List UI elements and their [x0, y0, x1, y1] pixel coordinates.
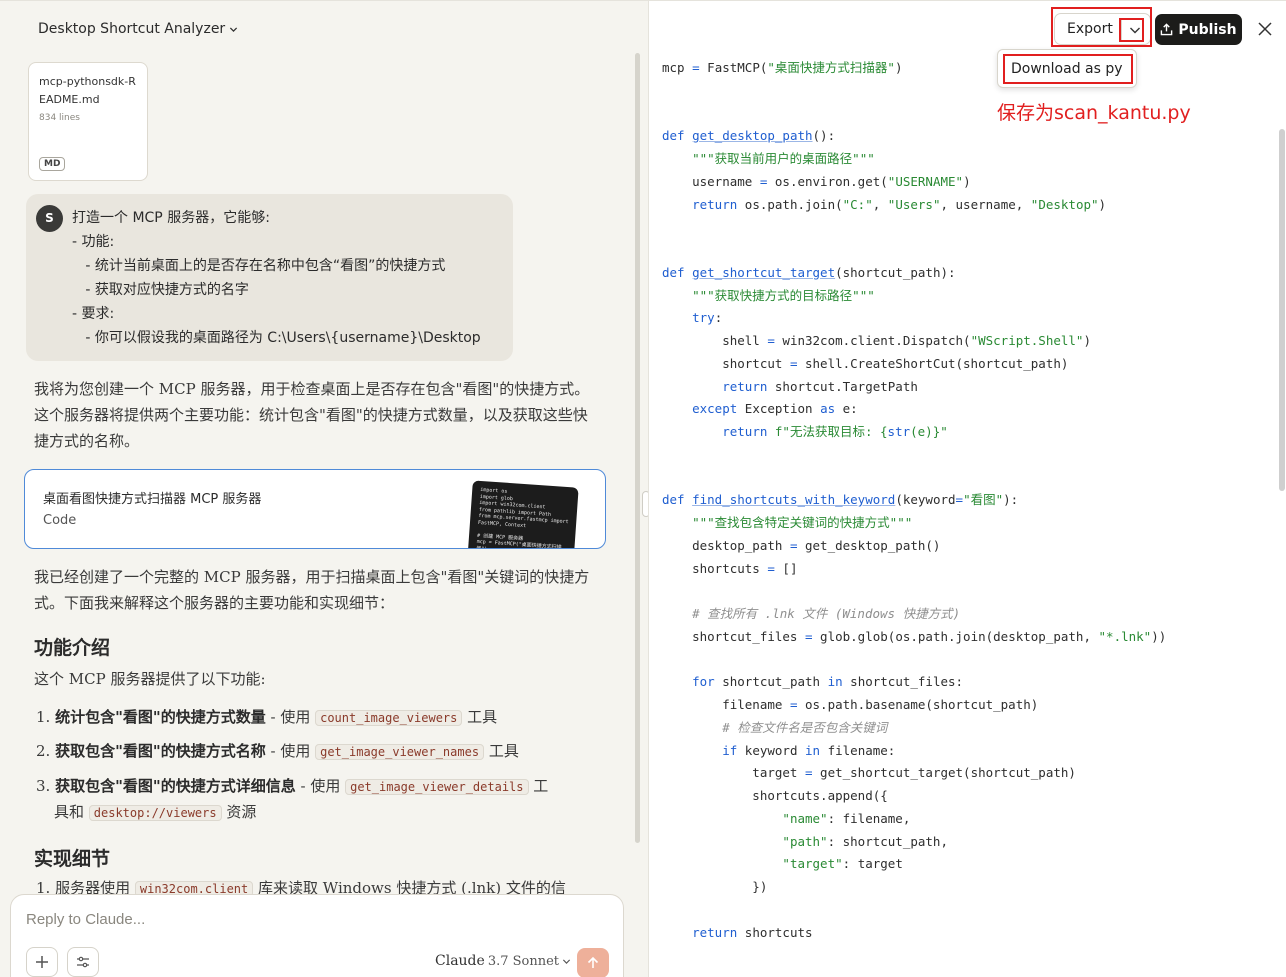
conversation-title-label: Desktop Shortcut Analyzer [38, 21, 226, 37]
code-line: shortcuts.append({ [662, 788, 888, 803]
code-line: mcp = FastMCP("桌面快捷方式扫描器") [662, 60, 903, 75]
code-line: if keyword in filename: [722, 742, 896, 758]
heading-implementation: 实现细节 [34, 848, 111, 870]
code-line: shortcut_files = glob.glob(os.path.join(… [662, 628, 1167, 644]
plus-icon [36, 956, 48, 968]
chevron-down-icon [562, 958, 571, 964]
artifact-card[interactable]: 桌面看图快捷方式扫描器 MCP 服务器 Code import os impor… [24, 469, 606, 549]
code-viewer: mcp = FastMCP("桌面快捷方式扫描器") def get_deskt… [662, 57, 1166, 944]
file-name: mcp-pythonsdk-README.md [39, 75, 136, 106]
publish-button[interactable]: Publish [1155, 14, 1242, 45]
message-composer: Claude 3.7 Sonnet [10, 894, 624, 977]
inline-code: count_image_viewers [315, 710, 463, 726]
assistant-intro-text: 我将为您创建一个 MCP 服务器，用于检查桌面上是否存在包含"看图"的快捷方式。… [34, 380, 590, 450]
code-line: """获取快捷方式的目标路径""" [692, 287, 875, 303]
chevron-down-icon [230, 26, 238, 32]
code-line: return f"无法获取目标: {str(e)}" [722, 424, 948, 439]
user-message: S 打造一个 MCP 服务器，它能够: - 功能: - 统计当前桌面上的是否存在… [26, 194, 513, 361]
tools-button[interactable] [67, 947, 99, 977]
chat-panel: Desktop Shortcut Analyzer mcp-pythonsdk-… [0, 0, 648, 977]
code-line: filename = os.path.basename(shortcut_pat… [662, 697, 1039, 712]
code-line: except Exception as e: [692, 401, 858, 417]
model-version: 3.7 Sonnet [487, 953, 560, 969]
inline-code: desktop://viewers [88, 805, 222, 821]
code-line: return os.path.join("C:", "Users", usern… [692, 196, 1107, 212]
code-line: shortcut = shell.CreateShortCut(shortcut… [662, 355, 1069, 371]
code-line: """查找包含特定关键词的快捷方式""" [692, 515, 913, 530]
code-line: # 检查文件名是否包含关键词 [722, 719, 888, 735]
code-line: def find_shortcuts_with_keyword(keyword=… [662, 492, 1019, 508]
list-item: 2. 获取包含"看图"的快捷方式名称 - 使用 get_image_viewer… [36, 742, 519, 760]
artifact-code-thumbnail: import os import glob import win32com.cl… [467, 480, 579, 548]
list-item-title: 统计包含"看图"的快捷方式数量 [55, 708, 266, 726]
code-line: """获取当前用户的桌面路径""" [692, 151, 875, 166]
list-item-continuation: 具和 desktop://viewers 资源 [54, 803, 257, 821]
reply-input[interactable] [26, 911, 586, 928]
code-line: username = os.environ.get("USERNAME") [662, 173, 971, 189]
artifact-title: 桌面看图快捷方式扫描器 MCP 服务器 [43, 492, 262, 507]
close-icon[interactable] [1256, 20, 1274, 38]
list-item-title: 获取包含"看图"的快捷方式详细信息 [55, 777, 296, 795]
inline-code: get_image_viewer_names [315, 744, 485, 760]
heading-features: 功能介绍 [34, 637, 111, 659]
settings-sliders-icon [77, 956, 89, 968]
code-scrollbar[interactable] [1279, 129, 1285, 491]
code-line: try: [692, 310, 723, 326]
conversation-title[interactable]: Desktop Shortcut Analyzer [38, 21, 238, 37]
annotation-highlight-box [1119, 18, 1144, 42]
code-line: }) [662, 879, 768, 894]
file-line-count: 834 lines [39, 113, 80, 123]
code-line: "name": filename, [782, 810, 911, 826]
model-selector[interactable]: Claude 3.7 Sonnet [435, 953, 571, 969]
user-message-text: 打造一个 MCP 服务器，它能够: - 功能: - 统计当前桌面上的是否存在名称… [72, 210, 481, 346]
list-item-title: 获取包含"看图"的快捷方式名称 [55, 742, 266, 760]
attach-button[interactable] [26, 947, 58, 977]
send-button[interactable] [577, 948, 609, 977]
artifact-panel: Export Publish Download as py 保存为scan_ka… [648, 0, 1286, 977]
code-line: return shortcuts [692, 924, 813, 940]
code-line: for shortcut_path in shortcut_files: [692, 674, 964, 690]
attached-file-card[interactable]: mcp-pythonsdk-README.md 834 lines MD [28, 62, 148, 181]
assistant-summary-text: 我已经创建了一个完整的 MCP 服务器，用于扫描桌面上包含"看图"关键词的快捷方… [34, 568, 590, 612]
code-line: # 查找所有 .lnk 文件 (Windows 快捷方式) [692, 606, 961, 621]
upload-icon [1161, 23, 1173, 36]
arrow-up-icon [587, 956, 599, 968]
chat-scrollbar[interactable] [635, 53, 640, 843]
list-item: 3. 获取包含"看图"的快捷方式详细信息 - 使用 get_image_view… [36, 777, 549, 795]
features-intro: 这个 MCP 服务器提供了以下功能: [34, 670, 266, 688]
inline-code: get_image_viewer_details [345, 779, 529, 795]
code-line: "path": shortcut_path, [782, 833, 948, 849]
model-name: Claude [435, 953, 485, 969]
code-line: def get_shortcut_target(shortcut_path): [662, 264, 956, 280]
code-line: "target": target [782, 856, 903, 872]
code-line: shortcuts = [] [662, 560, 798, 576]
code-line: desktop_path = get_desktop_path() [662, 537, 941, 553]
list-item: 1. 统计包含"看图"的快捷方式数量 - 使用 count_image_view… [36, 708, 498, 726]
code-line: def get_desktop_path(): [662, 128, 836, 144]
file-type-badge: MD [39, 157, 66, 171]
publish-label: Publish [1178, 21, 1237, 38]
code-line: return shortcut.TargetPath [722, 378, 918, 394]
avatar: S [36, 205, 63, 232]
code-line: shell = win32com.client.Dispatch("WScrip… [662, 333, 1091, 348]
artifact-type: Code [43, 513, 77, 528]
code-line: target = get_shortcut_target(shortcut_pa… [662, 765, 1076, 781]
